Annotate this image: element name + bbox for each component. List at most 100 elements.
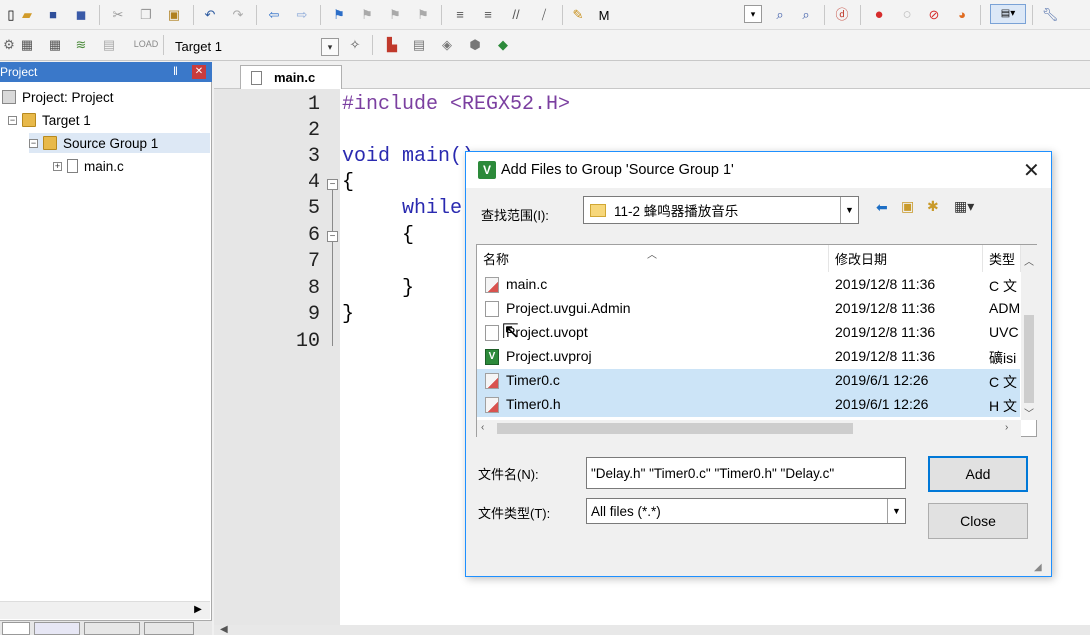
- editor-horizontal-scrollbar[interactable]: ◀: [214, 624, 1090, 635]
- file-date: 2019/12/8 11:36: [835, 324, 936, 340]
- tab-functions[interactable]: [84, 622, 140, 635]
- up-folder-icon[interactable]: ▣: [901, 198, 914, 215]
- cut-icon[interactable]: ✂: [109, 5, 127, 23]
- tree-item-project[interactable]: Project: Project: [2, 87, 114, 107]
- chevron-down-icon[interactable]: ▼: [840, 197, 858, 223]
- scroll-right-icon[interactable]: ›: [1005, 422, 1008, 433]
- next-bookmark-icon[interactable]: ⚑: [386, 5, 404, 23]
- breakpoint-icon[interactable]: ●: [870, 5, 888, 23]
- scroll-left-icon[interactable]: ‹: [481, 422, 484, 433]
- filetype-select[interactable]: All files (*.*) ▼: [586, 498, 906, 524]
- target-options-icon[interactable]: ✧: [346, 35, 364, 53]
- select-packs-icon[interactable]: ▤: [410, 35, 428, 53]
- kill-breakpoints-icon[interactable]: ⊘: [925, 5, 943, 23]
- unindent-icon[interactable]: ≡: [479, 5, 497, 23]
- find-text-icon[interactable]: M: [595, 6, 613, 24]
- scrollbar-thumb[interactable]: [1024, 315, 1034, 403]
- column-header-type[interactable]: 类型: [983, 245, 1021, 272]
- file-list-horizontal-scrollbar[interactable]: ‹ ›: [477, 420, 1021, 437]
- filetype-value: All files (*.*): [591, 503, 661, 519]
- rebuild-icon[interactable]: ▦: [46, 35, 64, 53]
- paste-icon[interactable]: ▣: [165, 5, 183, 23]
- close-icon[interactable]: ✕: [1023, 158, 1040, 183]
- tab-books[interactable]: [34, 622, 80, 635]
- project-horizontal-scrollbar[interactable]: ▶: [0, 601, 210, 619]
- debug-start-icon[interactable]: ⓓ: [833, 5, 851, 23]
- back-arrow-icon[interactable]: ⬅: [876, 199, 888, 216]
- pin-icon[interactable]: ‖: [173, 64, 178, 78]
- scroll-up-icon[interactable]: ︿: [1024, 253, 1034, 268]
- code-line-4: {: [342, 171, 355, 194]
- navigate-back-icon[interactable]: ⇦: [265, 5, 283, 23]
- scroll-right-icon[interactable]: ▶: [190, 604, 206, 618]
- build-icon[interactable]: ▦: [18, 35, 36, 53]
- collapse-icon[interactable]: −: [29, 138, 38, 148]
- file-row-selected[interactable]: Timer0.h 2019/6/1 12:26 H 文: [477, 393, 1020, 417]
- disable-all-breakpoints-icon[interactable]: ◕: [953, 5, 971, 23]
- file-row[interactable]: Project.uvopt 2019/12/8 11:36 UVC: [477, 321, 1020, 345]
- collapse-icon[interactable]: −: [8, 115, 17, 125]
- column-header-date[interactable]: 修改日期: [829, 245, 983, 272]
- indent-icon[interactable]: ≡: [451, 5, 469, 23]
- find-in-files-icon[interactable]: ✎: [569, 5, 587, 23]
- fold-collapse-icon[interactable]: −: [327, 179, 338, 190]
- navigate-forward-icon[interactable]: ⇨: [293, 5, 311, 23]
- file-row[interactable]: Project.uvgui.Admin 2019/12/8 11:36 ADM: [477, 297, 1020, 321]
- uncomment-icon[interactable]: ⧸: [535, 5, 553, 23]
- file-row-selected[interactable]: Timer0.c 2019/6/1 12:26 C 文: [477, 369, 1020, 393]
- look-in-combo[interactable]: 11-2 蜂鸣器播放音乐 ▼: [583, 196, 859, 224]
- scrollbar-thumb[interactable]: [497, 423, 853, 434]
- chevron-down-icon[interactable]: ▼: [887, 499, 905, 523]
- stop-build-icon[interactable]: ▤: [100, 35, 118, 53]
- close-panel-icon[interactable]: ✕: [192, 65, 206, 79]
- clear-bookmarks-icon[interactable]: ⚑: [414, 5, 432, 23]
- tree-item-source-group[interactable]: − Source Group 1: [29, 133, 210, 153]
- undo-icon[interactable]: ↶: [201, 5, 219, 23]
- file-name: Project.uvgui.Admin: [506, 300, 631, 316]
- new-folder-icon[interactable]: ✱: [927, 198, 939, 215]
- bookmark-icon[interactable]: ⚑: [330, 5, 348, 23]
- project-panel: Project ‖ ✕ Project: Project − Target 1 …: [0, 62, 212, 635]
- configure-icon[interactable]: 🔧︎: [1041, 5, 1059, 23]
- view-menu-icon[interactable]: ▦▾: [954, 198, 974, 215]
- resize-grip-icon[interactable]: ◢: [1034, 562, 1042, 573]
- window-layout-icon[interactable]: ▤▾: [990, 4, 1026, 24]
- tree-item-main-c[interactable]: + main.c: [53, 156, 124, 176]
- find-icon[interactable]: ⌕: [771, 5, 789, 23]
- pack-installer-icon[interactable]: ⬢: [466, 35, 484, 53]
- comment-icon[interactable]: //: [507, 5, 525, 23]
- fold-collapse-icon[interactable]: −: [327, 231, 338, 242]
- manage-project-items-icon[interactable]: ▙: [383, 35, 401, 53]
- tab-templates[interactable]: [144, 622, 194, 635]
- open-folder-icon[interactable]: ▰: [18, 5, 36, 23]
- file-row[interactable]: main.c 2019/12/8 11:36 C 文: [477, 273, 1020, 297]
- file-list-vertical-scrollbar[interactable]: ︿ ﹀: [1021, 245, 1037, 420]
- download-icon[interactable]: LOAD: [134, 35, 159, 53]
- filename-input[interactable]: "Delay.h" "Timer0.c" "Timer0.h" "Delay.c…: [586, 457, 906, 489]
- close-button[interactable]: Close: [928, 503, 1028, 539]
- add-button[interactable]: Add: [928, 456, 1028, 492]
- copy-icon[interactable]: ❐: [137, 5, 155, 23]
- scroll-down-icon[interactable]: ﹀: [1024, 405, 1034, 420]
- save-all-icon[interactable]: ◼: [72, 5, 90, 23]
- tab-project[interactable]: [2, 622, 30, 635]
- target-dropdown[interactable]: ▾: [321, 38, 339, 56]
- file-type: H 文: [989, 398, 1017, 414]
- tab-main-c[interactable]: main.c: [240, 65, 342, 89]
- prev-bookmark-icon[interactable]: ⚑: [358, 5, 376, 23]
- incremental-find-icon[interactable]: ⌕: [797, 5, 815, 23]
- rte-icon[interactable]: ◈: [438, 35, 456, 53]
- find-dropdown-icon[interactable]: ▾: [744, 5, 762, 23]
- expand-icon[interactable]: +: [53, 161, 62, 171]
- translate-icon[interactable]: ⚙: [0, 35, 18, 53]
- file-date: 2019/6/1 12:26: [835, 396, 929, 412]
- save-icon[interactable]: ■: [44, 5, 62, 23]
- redo-icon[interactable]: ↷: [229, 5, 247, 23]
- batch-build-icon[interactable]: ≋: [72, 35, 90, 53]
- tree-item-target[interactable]: − Target 1: [8, 110, 91, 130]
- filetype-label: 文件类型(T):: [478, 506, 551, 521]
- components-icon[interactable]: ◆: [494, 35, 512, 53]
- disable-breakpoint-icon[interactable]: ○: [898, 5, 916, 23]
- scroll-left-icon[interactable]: ◀: [220, 624, 228, 635]
- file-row[interactable]: V Project.uvproj 2019/12/8 11:36 礦isi: [477, 345, 1020, 369]
